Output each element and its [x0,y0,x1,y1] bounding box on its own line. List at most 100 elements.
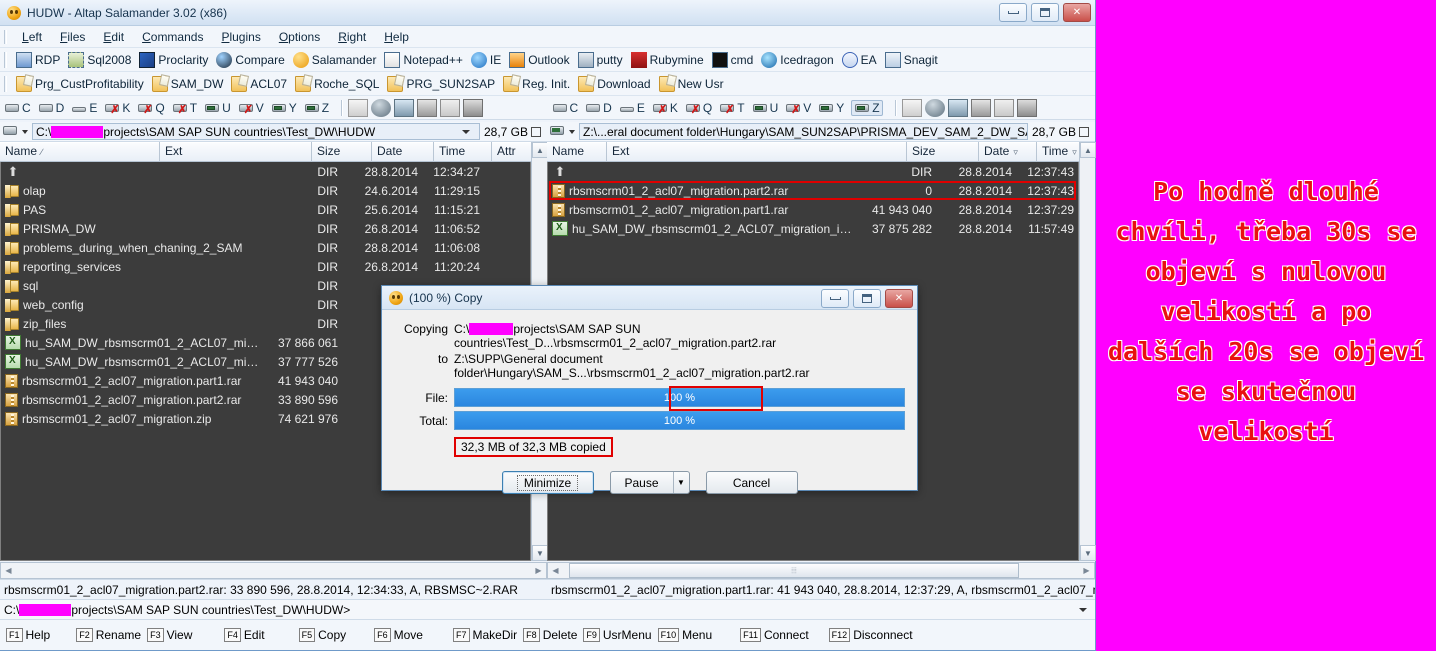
column-header-name[interactable]: Name ∕ [0,142,160,162]
list-item[interactable]: hu_SAM_DW_rbsmscrm01_2_ACL07_migration_i… [548,219,1078,238]
drive-button-y[interactable]: Y [271,101,297,115]
ftp-icon[interactable] [371,98,392,117]
drive-button-t-right[interactable]: ✗ T [719,101,745,115]
drive-button-q-right[interactable]: ✗ Q [685,101,712,115]
scroll-down-icon[interactable]: ▼ [532,545,548,561]
list-item[interactable]: rbsmscrm01_2_acl07_migration.part1.rar 41… [548,200,1078,219]
drive-button-e[interactable]: E [71,101,97,115]
toolbar-button-salamander[interactable]: Salamander [289,51,381,69]
network-browse-icon[interactable] [417,98,438,117]
right-horizontal-scrollbar[interactable]: ◀ ⦙⦙⦙ ▶ [547,562,1095,579]
drive-button-u-right[interactable]: U [752,101,778,115]
left-path-field[interactable]: C:\ projects\SAM SAP SUN countries\Test_D… [32,123,480,140]
fkey-f7-makedir[interactable]: F7 MakeDir [452,628,517,642]
recycle-bin-icon[interactable] [440,98,461,117]
drive-button-q[interactable]: ✗ Q [137,101,165,115]
fkey-f8-delete[interactable]: F8 Delete [523,628,577,642]
toolbar-folders-grip[interactable] [4,75,7,92]
list-item[interactable]: problems_during_when_chaning_2_SAM DIR 28.… [1,238,530,257]
close-button[interactable]: ✕ [1063,3,1091,22]
toolbar-folder-sam-dw[interactable]: SAM_DW [148,75,228,93]
menu-right[interactable]: Right [329,28,375,46]
ftp-icon[interactable] [924,98,945,117]
fkey-f12-disconnect[interactable]: F12 Disconnect [828,628,913,642]
toolbar-button-compare[interactable]: Compare [212,51,288,69]
fkey-f5-copy[interactable]: F5 Copy [298,628,346,642]
maximize-button[interactable] [1031,3,1059,22]
toolbar-button-snagit[interactable]: Snagit [881,51,942,69]
fkey-f4-edit[interactable]: F4 Edit [224,628,265,642]
drive-button-d-right[interactable]: D [585,101,612,115]
fkey-f2-rename[interactable]: F2 Rename [76,628,141,642]
drive-button-v-right[interactable]: ✗ V [785,101,811,115]
toolbar-button-rdp[interactable]: RDP [12,51,64,69]
toolbar-button-proclarity[interactable]: Proclarity [135,51,212,69]
toolbar-folder-prg-sun2sap[interactable]: PRG_SUN2SAP [383,75,499,93]
toolbar-folder-prg-custprofitability[interactable]: Prg_CustProfitability [12,75,148,93]
list-item[interactable]: ⬆ DIR 28.8.2014 12:34:27 [1,162,530,181]
menubar-grip[interactable] [4,29,7,44]
column-header-time[interactable]: Time [434,142,492,162]
fkey-f1-help[interactable]: F1 Help [6,628,50,642]
chevron-down-icon[interactable] [569,129,575,134]
fkey-f9-usrmenu[interactable]: F9 UsrMenu [583,628,652,642]
command-line[interactable]: C:\ projects\SAM SAP SUN countries\Test_D… [0,599,1095,619]
menu-files[interactable]: Files [51,28,94,46]
chevron-down-icon[interactable]: ▼ [672,472,689,493]
drive-button-y-right[interactable]: Y [818,101,844,115]
column-header-name[interactable]: Name [547,142,607,162]
scroll-right-icon[interactable]: ▶ [1079,563,1094,578]
drive-button-c[interactable]: C [4,101,31,115]
menu-plugins[interactable]: Plugins [212,28,269,46]
drive-button-u[interactable]: U [204,101,231,115]
disk-tools-icon[interactable] [463,98,484,117]
toolbar-button-rubymine[interactable]: Rubymine [627,51,708,69]
toolbar-folder-roche-sql[interactable]: Roche_SQL [291,75,383,93]
network-share-icon[interactable] [394,98,415,117]
left-hscroll-track[interactable] [16,563,531,578]
scroll-left-icon[interactable]: ◀ [548,563,563,578]
drive-button-c-right[interactable]: C [552,101,578,115]
column-header-date[interactable]: Date ▿ [979,142,1037,162]
fkey-f11-connect[interactable]: F11 Connect [740,628,809,642]
menu-commands[interactable]: Commands [133,28,212,46]
drive-button-k-right[interactable]: ✗ K [652,101,678,115]
scroll-left-icon[interactable]: ◀ [1,563,16,578]
toolbar-button-cmd[interactable]: cmd [708,51,758,69]
drive-button-d[interactable]: D [38,101,64,115]
column-header-ext[interactable]: Ext [160,142,312,162]
column-header-date[interactable]: Date [372,142,434,162]
pause-button[interactable]: Pause ▼ [609,471,690,494]
toolbar-button-putty[interactable]: putty [574,51,627,69]
network-browse-icon[interactable] [970,98,991,117]
toolbar-folder-reg-init[interactable]: Reg. Init. [499,75,574,93]
column-header-ext[interactable]: Ext [607,142,907,162]
chevron-down-icon[interactable] [22,129,28,134]
toolbar-folder-new-usr[interactable]: New Usr [655,75,728,93]
list-item[interactable]: PRISMA_DW DIR 26.8.2014 11:06:52 [1,219,530,238]
network-share-icon[interactable] [947,98,968,117]
dialog-maximize-button[interactable] [853,289,881,308]
minimize-button[interactable]: Minimize [501,471,594,494]
scroll-down-icon[interactable]: ▼ [1080,545,1096,561]
toolbar-folder-download[interactable]: Download [574,75,654,93]
archive-icon[interactable] [901,98,922,117]
toolbar-button-ea[interactable]: EA [838,51,881,69]
scroll-up-icon[interactable]: ▲ [532,142,548,158]
list-item[interactable]: reporting_services DIR 26.8.2014 11:20:24 [1,257,530,276]
menu-options[interactable]: Options [270,28,329,46]
drive-button-t[interactable]: ✗ T [172,101,197,115]
disk-tools-icon[interactable] [1016,98,1037,117]
list-item[interactable]: ⬆ DIR 28.8.2014 12:37:43 [548,162,1078,181]
column-header-attr[interactable]: Attr [492,142,532,162]
right-vertical-scrollbar[interactable]: ▲ ▼ [1079,142,1096,561]
drive-button-e-right[interactable]: E [619,101,645,115]
command-history-icon[interactable] [1079,607,1087,612]
menu-edit[interactable]: Edit [94,28,133,46]
list-item-highlighted[interactable]: rbsmscrm01_2_acl07_migration.part2.rar 0 2… [548,181,1078,200]
left-horizontal-scrollbar[interactable]: ◀ ▶ [0,562,547,579]
recycle-bin-icon[interactable] [993,98,1014,117]
minimize-button[interactable] [999,3,1027,22]
toolbar-folder-acl07[interactable]: ACL07 [227,75,291,93]
list-item[interactable]: PAS DIR 25.6.2014 11:15:21 [1,200,530,219]
